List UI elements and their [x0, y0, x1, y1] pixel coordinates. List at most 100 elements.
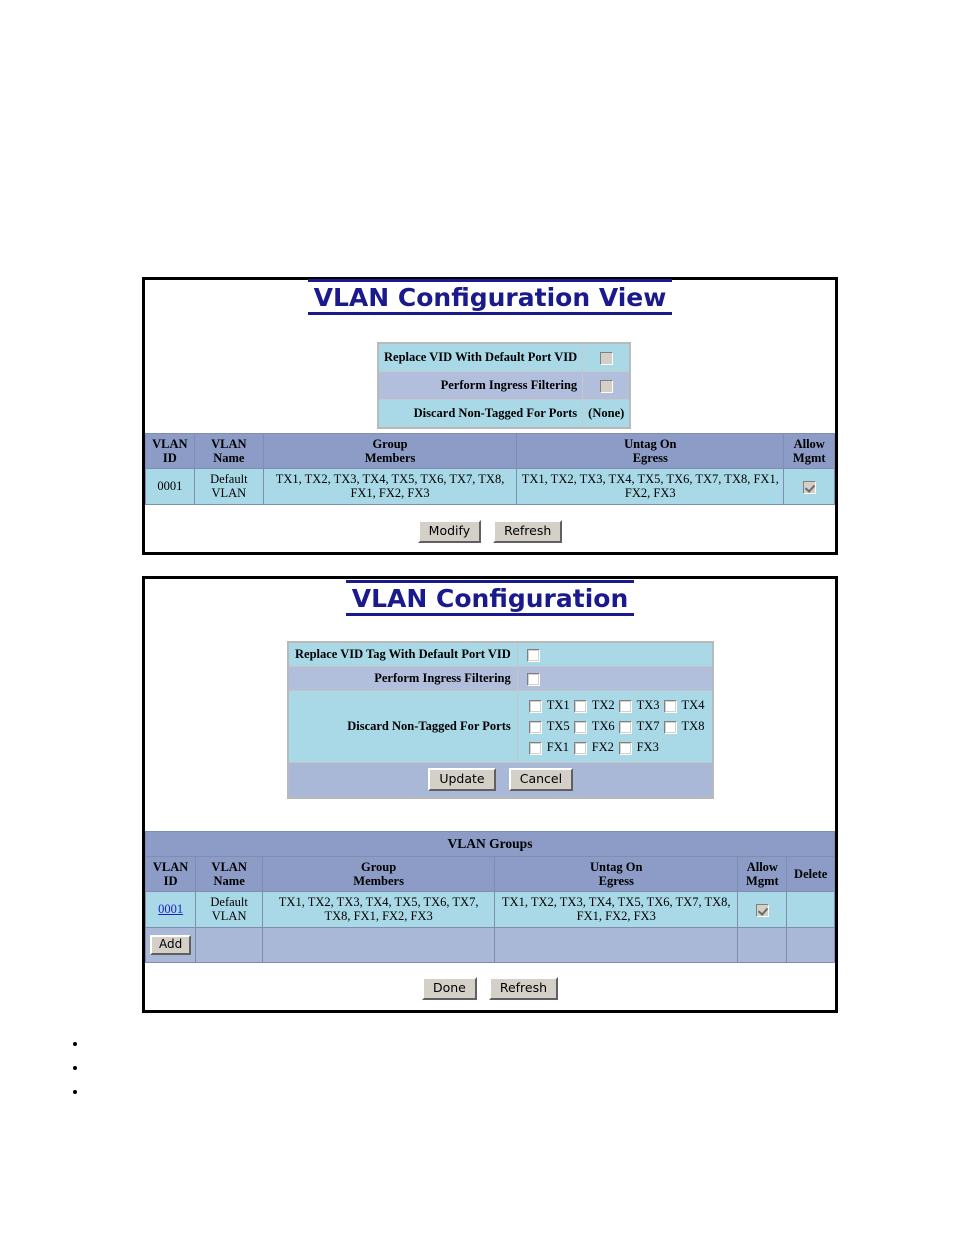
- page-title-view: VLAN Configuration View: [307, 279, 673, 315]
- port-cell-fx1: FX1: [527, 737, 572, 758]
- cell-untag-on-egress: TX1, TX2, TX3, TX4, TX5, TX6, TX7, TX8, …: [494, 891, 739, 928]
- add-row-spacer-members: [262, 926, 496, 963]
- header-line-1: Delete: [794, 867, 828, 882]
- port-checkbox-tx8[interactable]: [663, 720, 677, 734]
- header-line-1: VLAN: [152, 437, 188, 451]
- replace-vid-tag-checkbox[interactable]: [526, 648, 540, 662]
- cell-allow-mgmt: [783, 468, 835, 505]
- port-cell-tx7: TX7: [617, 716, 662, 737]
- bullet-list: [62, 1032, 88, 1104]
- form-value-ingress-filtering: [516, 666, 714, 691]
- form-button-row: Update Cancel: [287, 761, 714, 799]
- form-label-ingress-filtering: Perform Ingress Filtering: [287, 666, 518, 691]
- port-cell-tx8: TX8: [662, 716, 707, 737]
- header-line-2: ID: [162, 451, 177, 465]
- table-row: 0001 Default VLAN TX1, TX2, TX3, TX4, TX…: [145, 468, 835, 505]
- cell-vlan-name: Default VLAN: [195, 891, 264, 928]
- allow-mgmt-checkbox[interactable]: [802, 480, 816, 494]
- port-checkbox-tx7[interactable]: [618, 720, 632, 734]
- done-button[interactable]: Done: [421, 977, 477, 1000]
- column-header-allow-mgmt: Allow Mgmt: [737, 856, 788, 893]
- cell-untag-on-egress: TX1, TX2, TX3, TX4, TX5, TX6, TX7, TX8, …: [516, 468, 785, 505]
- port-checkbox-fx2[interactable]: [573, 741, 587, 755]
- port-cell-empty: [662, 737, 707, 758]
- cell-delete[interactable]: [786, 891, 835, 928]
- vlan-config-form-table: Replace VID Tag With Default Port VID Pe…: [287, 641, 715, 799]
- form-value-replace-vid: [516, 641, 714, 667]
- column-header-allow-mgmt: Allow Mgmt: [783, 433, 835, 469]
- column-header-delete: Delete: [786, 856, 835, 893]
- add-row-spacer-untag: [494, 926, 739, 963]
- config-title-container: VLAN Configuration: [145, 579, 835, 616]
- header-line-2: Mgmt: [792, 451, 826, 465]
- vlan-groups-section-title: VLAN Groups: [145, 830, 835, 858]
- port-checkbox-fx3[interactable]: [618, 741, 632, 755]
- add-button-cell: Add: [144, 926, 197, 963]
- cancel-button[interactable]: Cancel: [508, 768, 574, 791]
- port-label-fx2: FX2: [591, 740, 614, 754]
- page-title-config: VLAN Configuration: [345, 580, 635, 616]
- ingress-filtering-checkbox[interactable]: [599, 379, 613, 393]
- column-header-group-members: Group Members: [262, 433, 518, 469]
- cell-group-members: TX1, TX2, TX3, TX4, TX5, TX6, TX7, TX8, …: [262, 891, 496, 928]
- update-button[interactable]: Update: [428, 768, 496, 791]
- vlan-configuration-view-panel: VLAN Configuration View Replace VID With…: [142, 277, 838, 555]
- refresh-button-config[interactable]: Refresh: [488, 977, 559, 1000]
- port-checkbox-tx1[interactable]: [528, 699, 542, 713]
- form-label-discard-nontagged: Discard Non-Tagged For Ports: [287, 690, 518, 763]
- vlan-view-table: VLAN ID VLAN Name Group Members Untag On…: [145, 433, 835, 505]
- form-button-cell: Update Cancel: [287, 761, 714, 799]
- add-button[interactable]: Add: [150, 934, 192, 955]
- port-label-tx8: TX8: [681, 719, 705, 733]
- refresh-button-view[interactable]: Refresh: [493, 520, 563, 543]
- add-vlan-row: Add: [144, 926, 835, 963]
- vlan-groups-title-row: VLAN Groups: [145, 830, 835, 858]
- column-header-untag-on-egress: Untag On Egress: [516, 433, 785, 469]
- setting-row-discard-nontagged: Discard Non-Tagged For Ports (None): [377, 399, 631, 429]
- allow-mgmt-checkbox[interactable]: [755, 903, 769, 917]
- cell-vlan-name: Default VLAN: [193, 468, 264, 505]
- port-checkbox-tx3[interactable]: [618, 699, 632, 713]
- replace-vid-checkbox[interactable]: [599, 351, 613, 365]
- setting-row-replace-vid: Replace VID With Default Port VID: [377, 342, 631, 372]
- port-label-tx6: TX6: [591, 719, 615, 733]
- port-checkbox-tx6[interactable]: [573, 720, 587, 734]
- port-cell-tx2: TX2: [572, 695, 617, 716]
- perform-ingress-filtering-checkbox[interactable]: [526, 672, 540, 686]
- header-line-2: ID: [163, 874, 178, 889]
- column-header-untag-on-egress: Untag On Egress: [494, 856, 739, 893]
- modify-button[interactable]: Modify: [417, 520, 482, 543]
- port-checkbox-tx2[interactable]: [573, 699, 587, 713]
- setting-value-replace-vid: [582, 342, 631, 372]
- setting-label-discard-nontagged: Discard Non-Tagged For Ports: [377, 399, 584, 429]
- port-cell-fx2: FX2: [572, 737, 617, 758]
- header-line-1: VLAN: [152, 860, 189, 875]
- column-header-vlan-id: VLAN ID: [145, 433, 195, 469]
- port-cell-tx5: TX5: [527, 716, 572, 737]
- port-checkbox-tx4[interactable]: [663, 699, 677, 713]
- header-line-1: Allow: [793, 437, 825, 451]
- port-checkbox-fx1[interactable]: [528, 741, 542, 755]
- port-checkbox-grid: TX1 TX2 TX3 TX4 TX5 TX6 TX7 TX8 FX1 FX2 …: [527, 695, 707, 758]
- port-row-2: TX5 TX6 TX7 TX8: [527, 716, 707, 737]
- setting-row-ingress-filtering: Perform Ingress Filtering: [377, 371, 631, 400]
- port-label-tx1: TX1: [546, 698, 570, 712]
- add-row-spacer-name: [195, 926, 264, 963]
- header-line-2: Egress: [632, 451, 668, 465]
- setting-label-replace-vid: Replace VID With Default Port VID: [377, 342, 584, 372]
- setting-value-ingress-filtering: [582, 371, 631, 400]
- header-line-2: Members: [364, 451, 416, 465]
- port-label-tx3: TX3: [636, 698, 660, 712]
- vlan-view-header-row: VLAN ID VLAN Name Group Members Untag On…: [145, 433, 835, 469]
- view-button-bar: Modify Refresh: [145, 520, 835, 543]
- port-cell-tx4: TX4: [662, 695, 707, 716]
- header-line-1: Untag On: [590, 860, 643, 875]
- vlan-configuration-panel: VLAN Configuration Replace VID Tag With …: [142, 576, 838, 1013]
- header-line-1: Untag On: [624, 437, 677, 451]
- port-row-3: FX1 FX2 FX3: [527, 737, 707, 758]
- vlan-id-link[interactable]: 0001: [158, 902, 183, 916]
- header-line-1: VLAN: [211, 860, 247, 875]
- vlan-groups-header-row: VLAN ID VLAN Name Group Members Untag On…: [144, 856, 835, 893]
- port-checkbox-tx5[interactable]: [528, 720, 542, 734]
- header-line-1: Allow: [746, 860, 778, 875]
